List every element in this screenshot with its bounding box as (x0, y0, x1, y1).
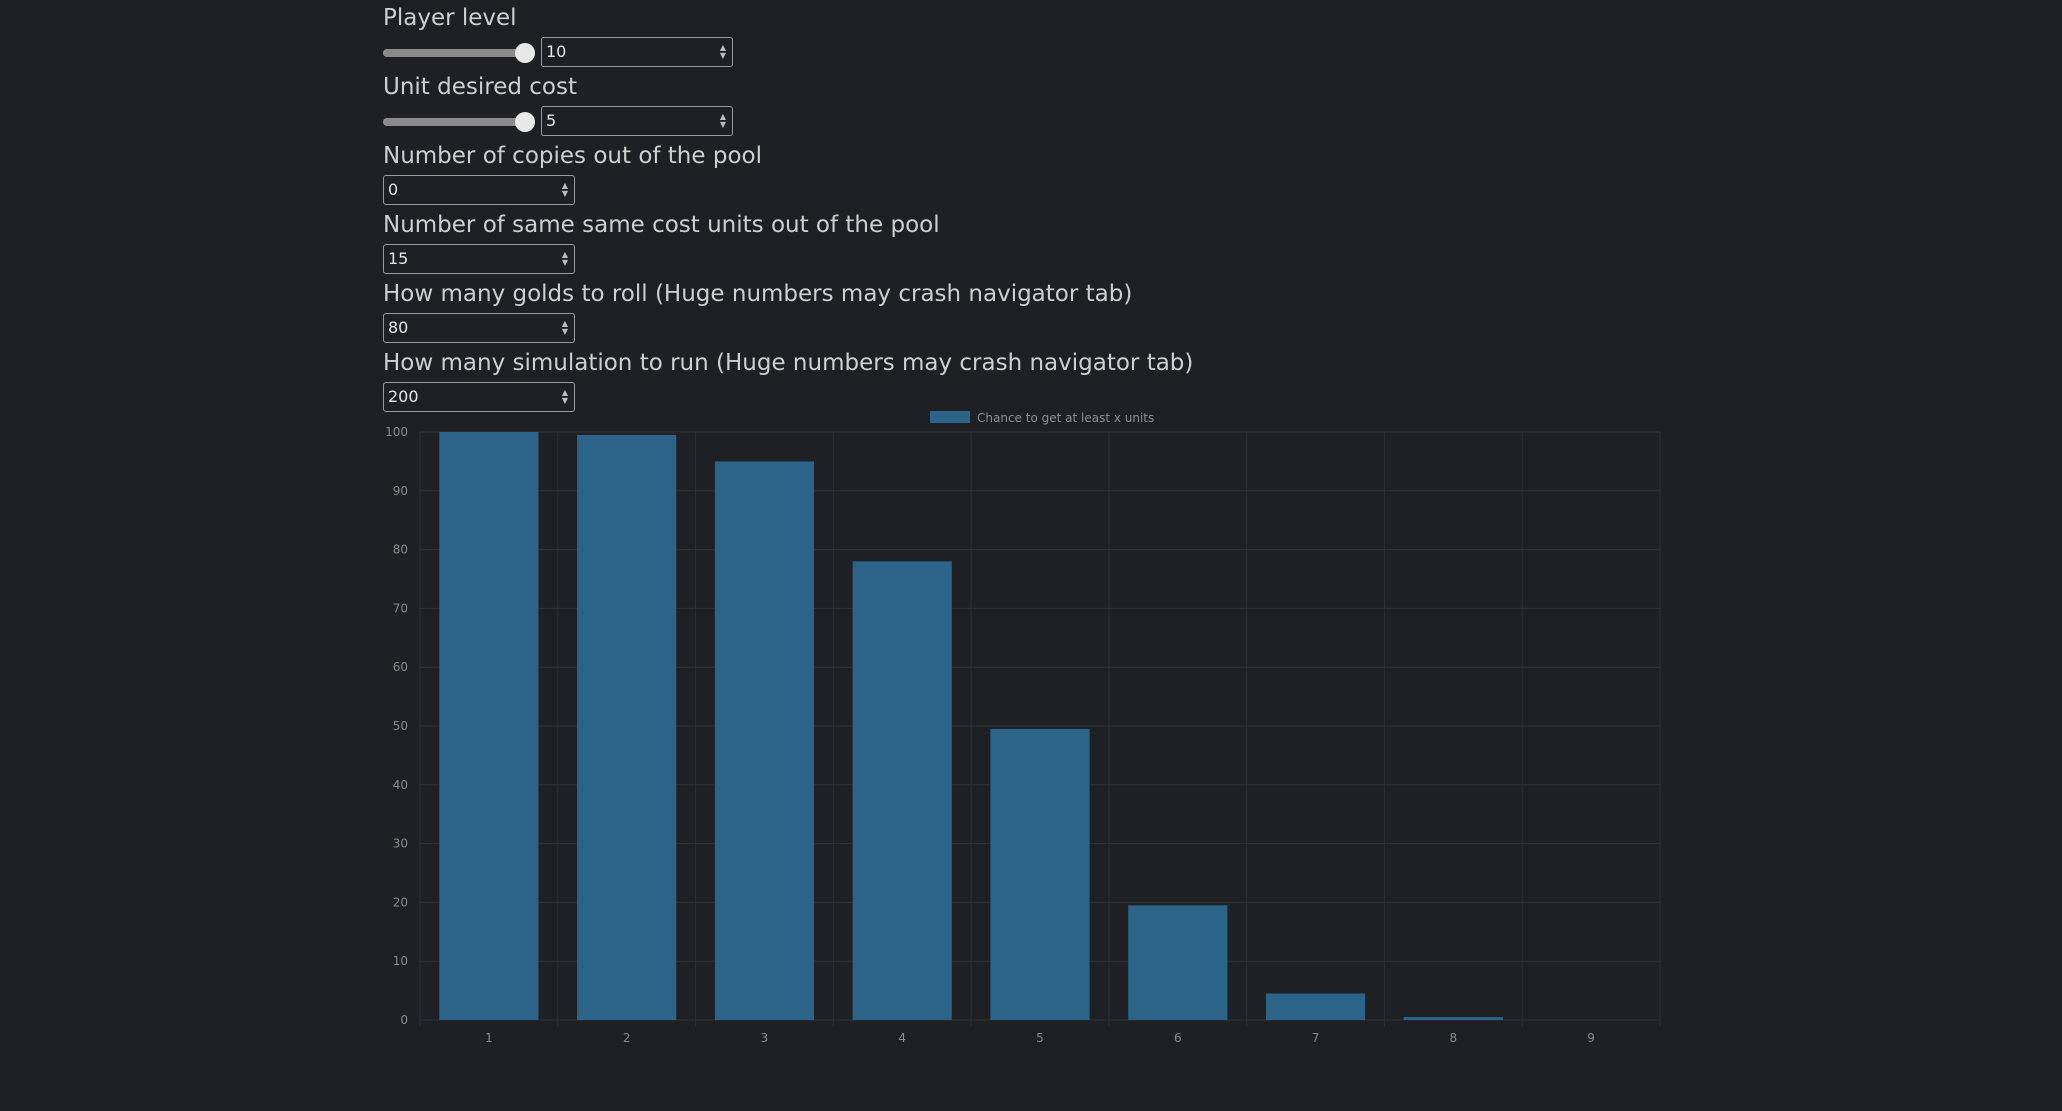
same-cost-out-field: Number of same same cost units out of th… (383, 207, 1583, 276)
x-tick-label: 8 (1450, 1031, 1458, 1045)
x-tick-label: 1 (485, 1031, 493, 1045)
unit-cost-input[interactable]: 5 ▲ ▼ (541, 105, 733, 136)
copies-out-input[interactable]: 0 ▲ ▼ (383, 174, 575, 205)
simulations-label: How many simulation to run (Huge numbers… (383, 350, 1194, 376)
y-tick-label: 100 (385, 425, 408, 439)
golds-field: How many golds to roll (Huge numbers may… (383, 276, 1583, 345)
legend-swatch (930, 411, 970, 423)
bar-2 (577, 434, 677, 1020)
golds-label: How many golds to roll (Huge numbers may… (383, 281, 1133, 307)
simulation-form: Player level 10 ▲▼ Unit desired cost 5 (383, 0, 1583, 414)
bar-7 (1265, 993, 1366, 1020)
slider-thumb[interactable] (515, 42, 535, 63)
unit-cost-slider[interactable] (383, 106, 535, 136)
spinner-arrows-icon[interactable]: ▲ ▼ (562, 319, 568, 336)
spinner-arrows-icon[interactable]: ▲ ▼ (720, 43, 726, 60)
bar-8 (1403, 1017, 1503, 1020)
probability-bar-chart: 0 10 20 30 40 50 60 70 80 90 100 1 2 3 4 5 6 7 8 9 Chance to… (385, 411, 1661, 1045)
x-tick-label: 4 (898, 1031, 906, 1045)
unit-cost-field: Unit desired cost 5 ▲ ▼ (383, 69, 1583, 138)
bar-6 (1128, 905, 1228, 1020)
player-level-slider[interactable] (383, 37, 535, 67)
bar-3 (714, 461, 815, 1020)
y-tick-label: 80 (393, 543, 408, 557)
spinner-arrows-icon[interactable]: ▲ ▼ (562, 250, 568, 267)
legend-label: Chance to get at least x units (977, 411, 1154, 425)
player-level-field: Player level 10 ▲ ▼ (383, 0, 1583, 69)
y-tick-label: 60 (393, 660, 408, 674)
x-tick-label: 5 (1036, 1031, 1044, 1045)
y-tick-label: 20 (393, 895, 408, 909)
x-tick-label: 6 (1174, 1031, 1182, 1045)
y-tick-label: 30 (393, 837, 408, 851)
y-tick-label: 0 (400, 1013, 408, 1027)
player-level-input[interactable]: 10 ▲ ▼ (541, 36, 733, 67)
golds-input[interactable]: 80 ▲ ▼ (383, 312, 575, 343)
player-level-label: Player level (383, 5, 517, 31)
x-tick-label: 3 (761, 1031, 769, 1045)
bar-5 (990, 728, 1090, 1020)
x-tick-label: 2 (623, 1031, 631, 1045)
y-tick-label: 90 (393, 484, 408, 498)
copies-out-label: Number of copies out of the pool (383, 143, 762, 169)
spinner-arrows-icon[interactable]: ▲ ▼ (720, 112, 726, 129)
slider-thumb[interactable] (515, 111, 535, 132)
spinner-arrows-icon[interactable]: ▲ ▼ (562, 181, 568, 198)
y-tick-label: 40 (393, 778, 408, 792)
same-cost-out-label: Number of same same cost units out of th… (383, 212, 940, 238)
x-tick-label: 7 (1312, 1031, 1320, 1045)
x-tick-label: 9 (1587, 1031, 1595, 1045)
bar-4 (852, 561, 952, 1020)
y-tick-label: 70 (393, 601, 408, 615)
copies-out-field: Number of copies out of the pool 0 ▲ ▼ (383, 138, 1583, 207)
unit-cost-label: Unit desired cost (383, 74, 577, 100)
bar-1 (439, 432, 539, 1020)
same-cost-out-input[interactable]: 15 ▲ ▼ (383, 243, 575, 274)
y-tick-label: 50 (393, 719, 408, 733)
y-tick-label: 10 (393, 954, 408, 968)
